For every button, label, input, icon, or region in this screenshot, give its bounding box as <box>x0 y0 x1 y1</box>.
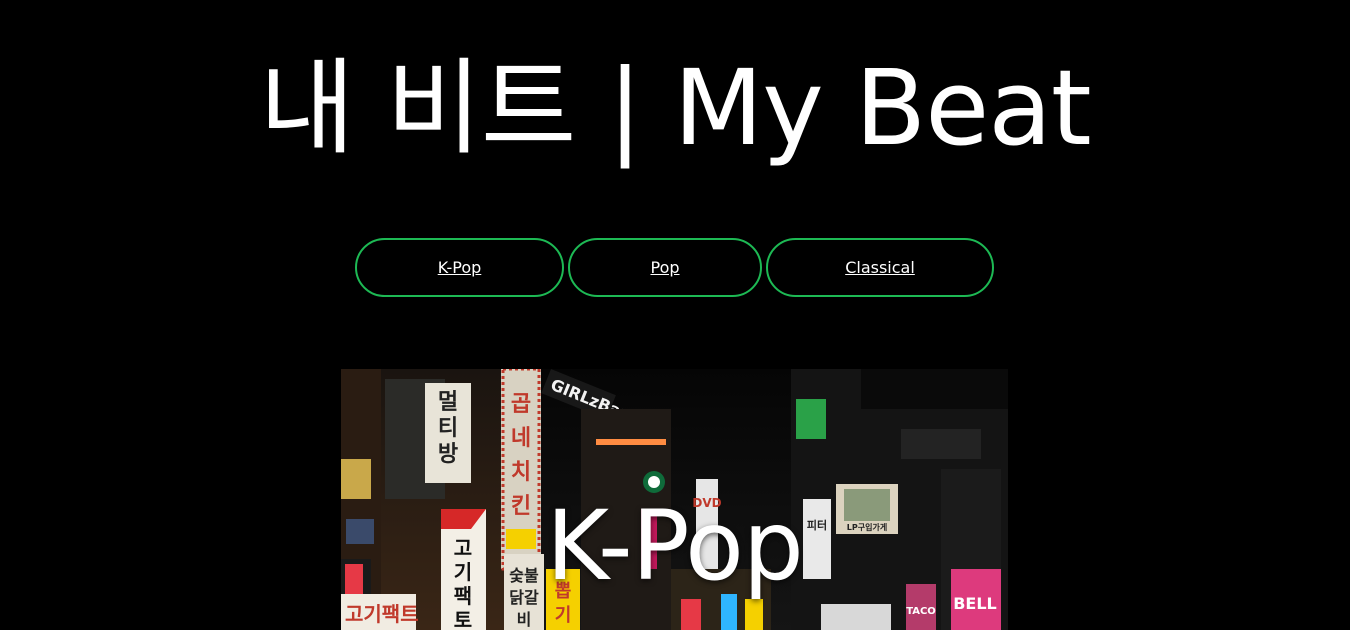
nav-kpop-button[interactable]: K-Pop <box>355 238 564 297</box>
svg-text:멀: 멀 <box>438 390 458 415</box>
svg-text:티: 티 <box>438 416 458 441</box>
hero-title: K-Pop <box>546 490 804 602</box>
nav-classical-button[interactable]: Classical <box>766 238 994 297</box>
svg-text:네: 네 <box>511 426 531 451</box>
genre-nav: K-Pop Pop Classical <box>0 238 1350 300</box>
nav-pop-button[interactable]: Pop <box>568 238 762 297</box>
svg-text:기: 기 <box>555 605 572 626</box>
svg-text:TACO: TACO <box>906 606 936 617</box>
svg-text:곱: 곱 <box>511 392 531 417</box>
svg-text:고기팩트: 고기팩트 <box>345 602 419 626</box>
hero-banner: 멀 티 방 곱 네 치 킨 고 기 팩 토 고기팩트 숯불 닭갈 비 뽑 기 G… <box>341 369 1008 630</box>
svg-text:토: 토 <box>454 608 472 630</box>
svg-text:방: 방 <box>438 442 458 467</box>
svg-text:비: 비 <box>517 610 532 629</box>
svg-text:치: 치 <box>511 460 531 485</box>
site-title: 내 비트 | My Beat <box>259 47 1091 169</box>
